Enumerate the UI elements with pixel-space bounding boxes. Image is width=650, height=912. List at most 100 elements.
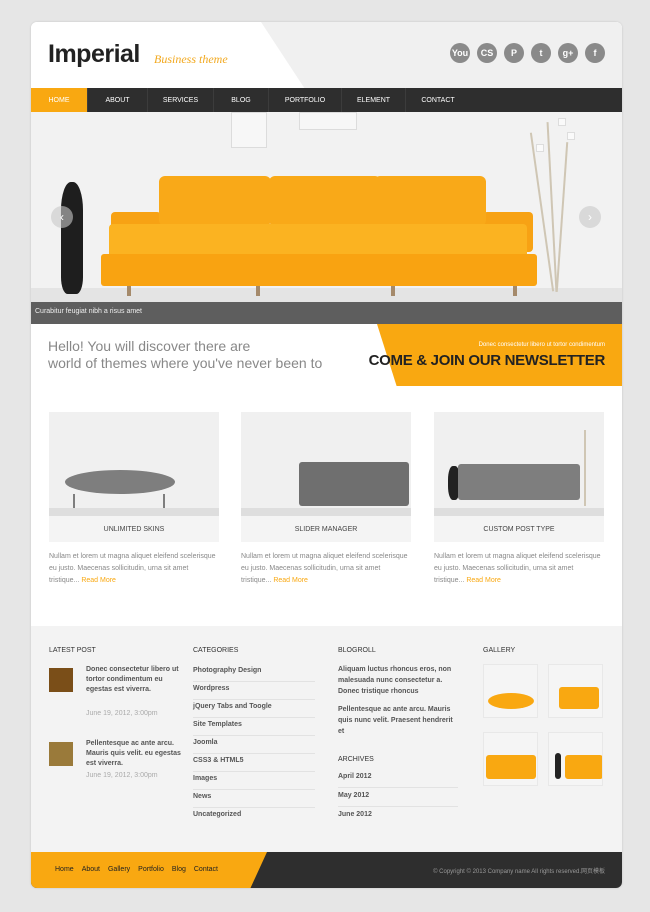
sofa-base	[101, 254, 537, 286]
wall-frame	[231, 112, 267, 148]
post-title[interactable]: Donec consectetur libero ut tortor condi…	[86, 665, 182, 695]
feature-description: Nullam et lorem ut magna aliquet eleifen…	[434, 551, 604, 587]
footer-link-blog[interactable]: Blog	[172, 866, 186, 873]
gallery-sofa	[559, 687, 599, 709]
footer-links: Home About Gallery Portfolio Blog Contac…	[55, 866, 218, 873]
gallery-sofa	[488, 693, 534, 709]
twitter-icon[interactable]: t	[531, 43, 551, 63]
social-links: You CS P t g+ f	[450, 43, 605, 63]
nav-portfolio[interactable]: PORTFOLIO	[269, 88, 342, 112]
category-link[interactable]: CSS3 & HTML5	[193, 754, 315, 772]
feature-floor	[49, 508, 219, 516]
tagline: Business theme	[154, 52, 228, 66]
slider-caption: Curabitur feugiat nibh a risus amet	[35, 308, 142, 315]
grey-sofa	[458, 464, 580, 500]
nav-contact[interactable]: CONTACT	[406, 88, 470, 112]
footer-link-portfolio[interactable]: Portfolio	[138, 866, 164, 873]
categories-title: CATEGORIES	[193, 647, 239, 654]
category-link[interactable]: News	[193, 790, 315, 808]
intro-text: Hello! You will discover there are world…	[48, 338, 322, 372]
category-link[interactable]: Site Templates	[193, 718, 315, 736]
archive-link[interactable]: June 2012	[338, 808, 458, 826]
copyright-text: © Copyright © 2013 Company name All righ…	[433, 869, 605, 875]
sofa-leg	[127, 286, 131, 296]
gallery-thumb[interactable]	[548, 664, 603, 718]
category-link[interactable]: Joomla	[193, 736, 315, 754]
slider-prev-button[interactable]: ‹	[51, 206, 73, 228]
gallery-sofa	[486, 755, 536, 779]
logo[interactable]: Imperial	[48, 40, 140, 69]
gallery-thumb[interactable]	[548, 732, 603, 786]
lastfm-icon[interactable]: CS	[477, 43, 497, 63]
sofa-leg	[391, 286, 395, 296]
sofa-leg	[513, 286, 517, 296]
sofa-cushion	[374, 176, 486, 226]
lamp-head	[567, 132, 575, 140]
footer-link-gallery[interactable]: Gallery	[108, 866, 130, 873]
blogroll-title: BLOGROLL	[338, 647, 376, 654]
category-link[interactable]: Images	[193, 772, 315, 790]
feature-card: UNLIMITED SKINS Nullam et lorem ut magna…	[49, 412, 219, 587]
archives-title: ARCHIVES	[338, 756, 374, 763]
chaise-leg	[73, 494, 75, 508]
lamp-stem	[584, 430, 586, 506]
feature-title[interactable]: UNLIMITED SKINS	[49, 516, 219, 542]
feature-description: Nullam et lorem ut magna aliquet eleifen…	[49, 551, 219, 587]
lamp-head	[558, 118, 566, 126]
feature-title[interactable]: SLIDER MANAGER	[241, 516, 411, 542]
blogroll-link[interactable]: Pellentesque ac ante arcu. Mauris quis n…	[338, 704, 458, 737]
feature-title[interactable]: CUSTOM POST TYPE	[434, 516, 604, 542]
read-more-link[interactable]: Read More	[466, 577, 501, 584]
gallery-thumb[interactable]	[483, 732, 538, 786]
nav-services[interactable]: SERVICES	[148, 88, 214, 112]
intro-line-2: world of themes where you've never been …	[48, 355, 323, 371]
google-plus-icon[interactable]: g+	[558, 43, 578, 63]
wall-frame	[299, 112, 357, 130]
footer-link-about[interactable]: About	[82, 866, 100, 873]
facebook-icon[interactable]: f	[585, 43, 605, 63]
vase-image	[61, 182, 83, 294]
post-date: June 19, 2012, 3:00pm	[86, 710, 158, 717]
category-link[interactable]: Wordpress	[193, 682, 315, 700]
nav-about[interactable]: ABOUT	[88, 88, 148, 112]
nav-home[interactable]: HOME	[31, 88, 88, 112]
slider-next-button[interactable]: ›	[579, 206, 601, 228]
category-link[interactable]: jQuery Tabs and Toogle	[193, 700, 315, 718]
post-thumbnail[interactable]	[49, 742, 73, 766]
post-date: June 19, 2012, 3:00pm	[86, 772, 158, 779]
feature-floor	[241, 508, 411, 516]
footer-bar: Home About Gallery Portfolio Blog Contac…	[31, 852, 622, 888]
pinterest-icon[interactable]: P	[504, 43, 524, 63]
post-title[interactable]: Pellentesque ac ante arcu. Mauris quis v…	[86, 739, 182, 769]
chaise-leg	[163, 494, 165, 508]
lamp-head	[536, 144, 544, 152]
newsletter-subtext: Donec consectetur libero ut tortor condi…	[478, 342, 605, 348]
archive-link[interactable]: April 2012	[338, 770, 458, 788]
intro-line-1: Hello! You will discover there are	[48, 338, 251, 354]
feature-body: Nullam et lorem ut magna aliquet eleifen…	[49, 553, 216, 584]
sofa-cushion	[159, 176, 271, 226]
gallery-sofa	[565, 755, 602, 779]
sofa-seat	[109, 224, 527, 258]
youtube-icon[interactable]: You	[450, 43, 470, 63]
read-more-link[interactable]: Read More	[81, 577, 116, 584]
newsletter-heading[interactable]: COME & JOIN OUR NEWSLETTER	[369, 352, 606, 369]
gallery-thumb[interactable]	[483, 664, 538, 718]
feature-body: Nullam et lorem ut magna aliquet eleifen…	[241, 553, 408, 584]
footer-link-contact[interactable]: Contact	[194, 866, 218, 873]
gallery-title: GALLERY	[483, 647, 516, 654]
nav-element[interactable]: ELEMENT	[342, 88, 406, 112]
category-link[interactable]: Photography Design	[193, 664, 315, 682]
footer-link-home[interactable]: Home	[55, 866, 74, 873]
archive-link[interactable]: May 2012	[338, 789, 458, 807]
sofa-leg	[256, 286, 260, 296]
page: Imperial Business theme You CS P t g+ f …	[31, 22, 622, 888]
read-more-link[interactable]: Read More	[273, 577, 308, 584]
main-nav: HOME ABOUT SERVICES BLOG PORTFOLIO ELEME…	[31, 88, 622, 112]
hero-slider: ‹ › Curabitur feugiat nibh a risus amet	[31, 112, 622, 324]
category-link[interactable]: Uncategorized	[193, 808, 315, 826]
post-thumbnail[interactable]	[49, 668, 73, 692]
nav-blog[interactable]: BLOG	[214, 88, 269, 112]
feature-description: Nullam et lorem ut magna aliquet eleifen…	[241, 551, 411, 587]
blogroll-link[interactable]: Aliquam luctus rhoncus eros, non malesua…	[338, 664, 458, 697]
